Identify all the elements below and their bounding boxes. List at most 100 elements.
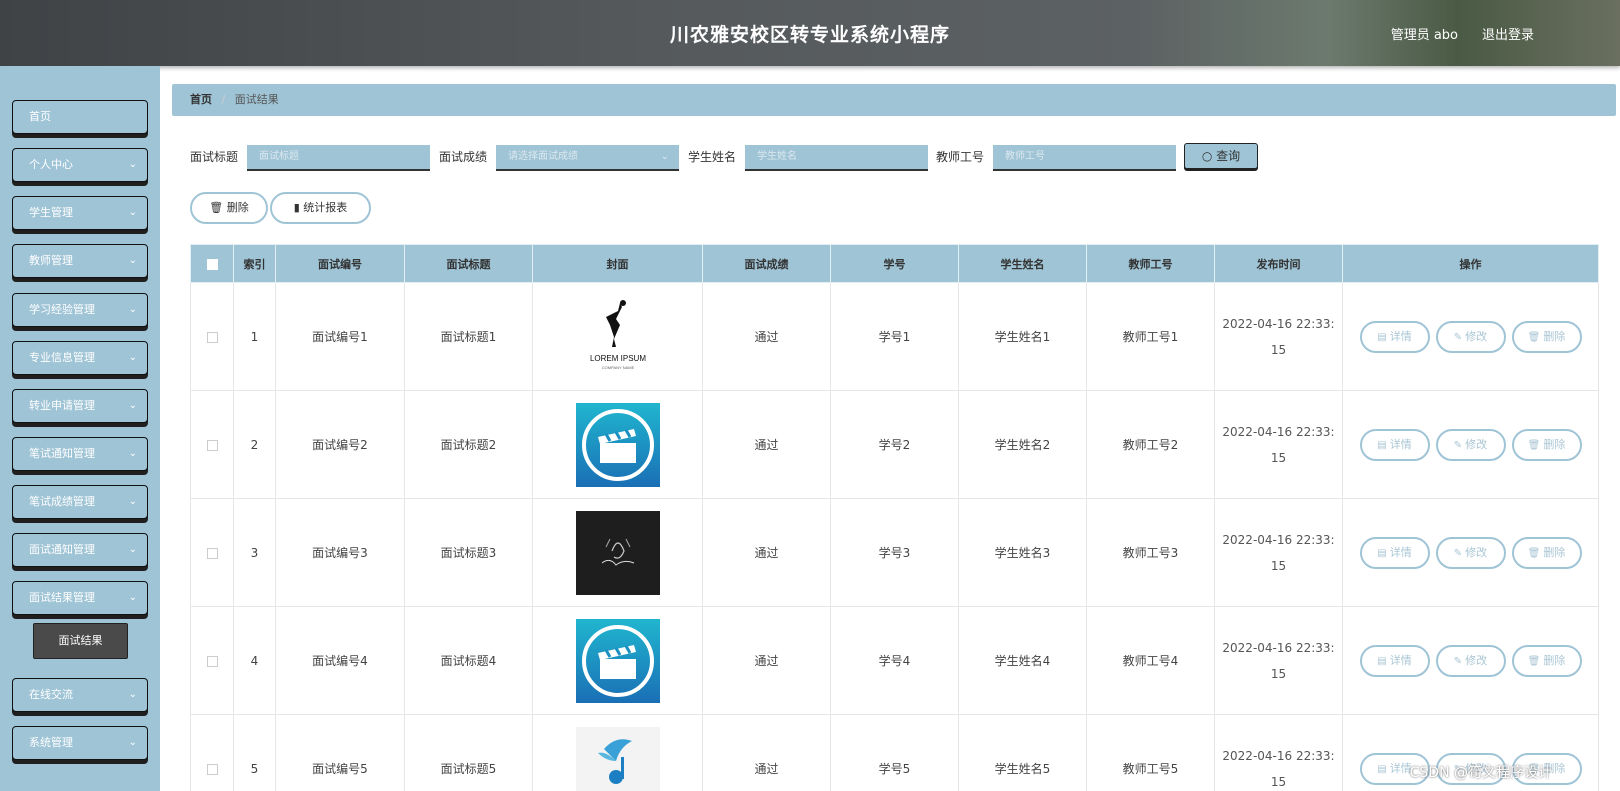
sidebar-item-label: 系统管理 [29,736,73,749]
filter-score-placeholder: 请选择面试成绩 [508,151,578,162]
sidebar-item[interactable]: 面试结果管理 ⌄ [12,581,148,615]
pencil-icon: ✎ [1453,331,1463,343]
logout-link[interactable]: 退出登录 [1482,24,1534,43]
col-index: 索引 [233,244,276,283]
delete-button[interactable]: 🗑 删除 [1511,320,1582,353]
row-teacher-id: 教师工号5 [1086,714,1215,791]
pencil-icon: ✎ [1453,439,1463,451]
query-label: 查询 [1216,149,1241,163]
detail-button[interactable]: ▤ 详情 [1359,428,1430,461]
filter-title-label: 面试标题 [190,150,239,164]
row-publish-time-cell: 2022-04-16 22:33:15 [1214,714,1343,791]
chevron-down-icon: ⌄ [128,737,137,748]
stats-report-button[interactable]: ▮ 统计报表 [270,192,371,224]
sidebar-item-label: 转业申请管理 [29,399,95,412]
col-teacher-id: 教师工号 [1086,244,1215,283]
detail-button[interactable]: ▤ 详情 [1359,536,1430,569]
row-checkbox[interactable] [206,655,218,667]
sidebar-item[interactable]: 专业信息管理 ⌄ [12,341,148,375]
row-select-cell[interactable] [190,390,234,499]
select-all-cell[interactable] [190,244,234,283]
row-title: 面试标题4 [404,606,533,715]
detail-button[interactable]: ▤ 详情 [1359,320,1430,353]
row-actions: ▤ 详情 ✎ 修改 🗑 删除 [1342,282,1599,391]
sidebar-item[interactable]: 个人中心 ⌄ [12,148,148,182]
chevron-down-icon: ⌄ [128,448,137,459]
sidebar-item[interactable]: 学习经验管理 ⌄ [12,293,148,327]
row-publish-time-cell: 2022-04-16 22:33:15 [1214,390,1343,499]
sidebar-item[interactable]: 系统管理 ⌄ [12,726,148,760]
sidebar-item[interactable]: 笔试通知管理 ⌄ [12,437,148,471]
sidebar-item[interactable]: 笔试成绩管理 ⌄ [12,485,148,519]
sidebar-item[interactable]: 面试通知管理 ⌄ [12,533,148,567]
sidebar-item[interactable]: 教师管理 ⌄ [12,244,148,278]
app-title: 川农雅安校区转专业系统小程序 [669,24,950,46]
detail-label: 详情 [1389,329,1412,343]
delete-button[interactable]: 🗑 删除 [1511,428,1582,461]
chevron-down-icon: ⌄ [128,304,137,315]
trash-icon: 🗑 [1527,439,1541,451]
edit-label: 修改 [1465,653,1488,667]
sidebar-item[interactable]: 在线交流 ⌄ [12,678,148,712]
breadcrumb-home[interactable]: 首页 [190,93,212,106]
sidebar-item-label: 笔试通知管理 [29,447,95,460]
sidebar-item[interactable]: 转业申请管理 ⌄ [12,389,148,423]
row-code: 面试编号4 [275,606,405,715]
sidebar-item[interactable]: 学生管理 ⌄ [12,196,148,230]
filter-score-select[interactable]: 请选择面试成绩 ⌄ [496,145,679,171]
edit-button[interactable]: ✎ 修改 [1435,536,1506,569]
edit-button[interactable]: ✎ 修改 [1435,320,1506,353]
delete-button[interactable]: 🗑 删除 [1511,644,1582,677]
table-row: 5面试编号5面试标题5 EASY LISTENING 通过学号5学生姓名5教师工号5… [190,714,1599,791]
row-publish-time: 2022-04-16 22:33:15 [1222,316,1335,357]
sidebar-item-label: 教师管理 [29,254,73,267]
filter-name-input[interactable]: 学生姓名 [745,145,928,171]
row-publish-time-cell: 2022-04-16 22:33:15 [1214,606,1343,715]
row-student-id: 学号2 [830,390,959,499]
col-score: 面试成绩 [702,244,831,283]
row-checkbox[interactable] [206,439,218,451]
row-student-id: 学号3 [830,498,959,607]
row-score: 通过 [702,714,831,791]
col-actions: 操作 [1342,244,1599,283]
document-icon: ▤ [1377,439,1387,451]
delete-button[interactable]: 🗑 删除 [1511,536,1582,569]
row-publish-time: 2022-04-16 22:33:15 [1222,424,1335,465]
row-teacher-id: 教师工号2 [1086,390,1215,499]
query-button[interactable]: ○ 查询 [1184,143,1258,169]
edit-label: 修改 [1465,545,1488,559]
edit-label: 修改 [1465,437,1488,451]
row-select-cell[interactable] [190,714,234,791]
filter-teacher-input[interactable]: 教师工号 [993,145,1176,171]
row-checkbox[interactable] [206,763,218,775]
search-icon: ○ [1201,149,1213,163]
watermark: CSDN @筍文程序设计 [1409,765,1552,781]
row-select-cell[interactable] [190,282,234,391]
cover-image: EASY LISTENING [575,726,660,791]
row-index: 4 [233,606,276,715]
edit-button[interactable]: ✎ 修改 [1435,644,1506,677]
batch-delete-label: 删除 [226,201,249,214]
select-all-checkbox[interactable] [206,258,218,270]
col-title: 面试标题 [404,244,533,283]
row-student-id: 学号5 [830,714,959,791]
delete-label: 删除 [1543,437,1566,451]
sidebar-subitem-active[interactable]: 面试结果 [33,623,128,659]
row-select-cell[interactable] [190,606,234,715]
row-select-cell[interactable] [190,498,234,607]
filter-title-input[interactable]: 面试标题 [247,145,430,171]
document-icon: ▤ [1377,655,1387,667]
bar-chart-icon: ▮ [293,201,300,214]
row-checkbox[interactable] [206,331,218,343]
document-icon: ▤ [1377,763,1387,775]
edit-button[interactable]: ✎ 修改 [1435,428,1506,461]
detail-button[interactable]: ▤ 详情 [1359,644,1430,677]
table-row: 3 面试编号3 面试标题3 通过 学号3 学生姓名3 教师工号3 2022-04-16 22:… [190,498,1599,607]
sidebar-item[interactable]: 首页 [12,100,148,134]
row-checkbox[interactable] [206,547,218,559]
sidebar-item-label: 面试通知管理 [29,543,95,556]
col-cover: 封面 [532,244,703,283]
batch-delete-button[interactable]: 🗑 删除 [190,192,268,224]
pencil-icon: ✎ [1453,655,1463,667]
chevron-down-icon: ⌄ [128,159,137,170]
